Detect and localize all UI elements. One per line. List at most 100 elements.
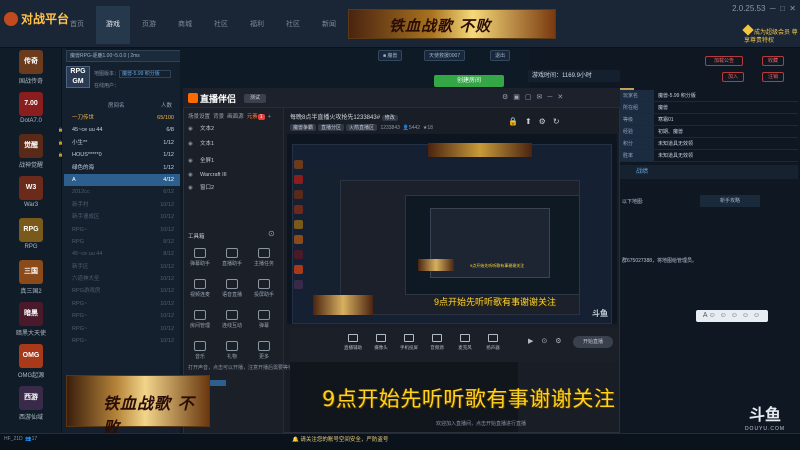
tool-button[interactable]: 连线互动 [218, 310, 246, 329]
tool-button[interactable]: 视频连麦 [186, 279, 214, 298]
room-row[interactable]: A 4/12 [64, 173, 180, 187]
control-button[interactable]: 摄像头 [368, 334, 394, 351]
room-row[interactable]: 新手区 10/12 [64, 261, 180, 273]
stream-meta: 魔兽争霸 直播分区 火箭直播区 1233843 👤5442 ★18 [290, 124, 490, 131]
game-item[interactable]: OMG OMG起源 [4, 344, 58, 379]
game-item[interactable]: 三国 真三国2 [4, 260, 58, 295]
toolbox-settings-icon[interactable]: ⊙ [268, 229, 275, 238]
streaming-window-controls[interactable]: ⚙▣▢✉─✕ [502, 93, 617, 101]
eye-icon[interactable]: ◉ [188, 170, 193, 181]
eye-icon[interactable]: ◉ [188, 124, 193, 135]
tool-button[interactable]: 弹幕助手 [186, 248, 214, 267]
eye-icon[interactable]: ◉ [188, 156, 193, 167]
tool-button[interactable]: 直播助手 [218, 248, 246, 267]
room-row[interactable]: RPG~ 10/12 [64, 323, 180, 335]
exit-button[interactable]: 退出 [490, 50, 511, 61]
room-row[interactable]: 🔒 45~ce uu 44 6/8 [58, 124, 180, 136]
stream-action-icons[interactable]: 🔒⬆⚙↻ [508, 117, 608, 126]
load-notice-button[interactable]: 加载公告 [705, 56, 743, 66]
eye-icon[interactable]: ◉ [188, 139, 193, 150]
tool-icon [258, 248, 270, 258]
nav-tab[interactable]: 社区 [204, 6, 238, 44]
control-button[interactable]: 直播辅助 [340, 334, 366, 351]
control-button[interactable]: 音频源 [424, 334, 450, 351]
go-live-button[interactable]: 开始直播 [573, 336, 613, 348]
tool-button[interactable]: 礼物 [218, 341, 246, 360]
tab-sources[interactable]: 画面源 [227, 114, 244, 120]
top-ad-banner[interactable]: 铁血战歌 不败 [348, 9, 556, 39]
room-row[interactable]: RPG~ 10/12 [64, 298, 180, 310]
control-button[interactable]: 手机投屏 [396, 334, 422, 351]
control-button[interactable]: 麦克风 [452, 334, 478, 351]
room-row[interactable]: 一刀传世 65/100 [64, 112, 180, 124]
room-row[interactable]: RPG~ 10/12 [64, 335, 180, 347]
host-window-controls[interactable]: 2.0.25.53 ─ □ ✕ [732, 4, 796, 13]
scene-item[interactable]: ◉ 文本2 [186, 124, 282, 135]
tool-button[interactable]: 更多 [250, 341, 278, 360]
room-row[interactable]: 2012cc 6/12 [64, 186, 180, 198]
record-icons[interactable]: ▶⊙⚙ [528, 337, 570, 345]
game-item[interactable]: W3 War3 [4, 176, 58, 208]
game-item[interactable]: 西游 西游仙域 [4, 386, 58, 421]
scene-item[interactable]: ◉ Warcraft III [186, 170, 282, 181]
control-icon [376, 334, 386, 342]
room-row[interactable]: 绿色的海 1/12 [64, 162, 180, 174]
game-icon: 三国 [19, 260, 43, 284]
vip-badge[interactable]: 成为超级会员 尊享尊贵特权 [742, 24, 800, 45]
tab-newbie-guide[interactable]: 新手攻略 [700, 195, 760, 207]
channel-pill[interactable]: ■ 魔兽 [378, 50, 403, 61]
room-row[interactable]: 🔒 HOUS*****0 1/12 [58, 149, 180, 161]
scene-item[interactable]: ◉ 窗口2 [186, 183, 282, 194]
room-row[interactable]: RPG游戏房 10/12 [64, 285, 180, 297]
edit-title-button[interactable]: 修改 [381, 115, 398, 121]
scene-item[interactable]: ◉ 文本1 [186, 139, 282, 150]
map-version-select[interactable]: 魔兽-5.99 积分版 [119, 70, 171, 78]
user-tray[interactable]: HF_21D 👥17 [4, 436, 37, 442]
tool-button[interactable]: 投屏助手 [250, 279, 278, 298]
rescue-button[interactable]: 天使救援0007 [424, 50, 466, 61]
emoji-toolbar[interactable]: A☺ ☺ ☺ ☺ ☺ [696, 310, 768, 322]
room-row[interactable]: 🔒 小生** 1/12 [58, 137, 180, 149]
tab-elements[interactable]: 元素 [247, 114, 258, 120]
game-item[interactable]: 暗黑 暗黑大天使 [4, 302, 58, 337]
room-row[interactable]: 45~ce uu 44 8/12 [64, 248, 180, 260]
logout-button[interactable]: 注销 [762, 72, 784, 82]
tool-button[interactable]: 音乐 [186, 341, 214, 360]
tool-button[interactable]: 主播任务 [250, 248, 278, 267]
scene-item[interactable]: ◉ 全屏1 [186, 156, 282, 167]
tab-background[interactable]: 背景 [213, 114, 224, 120]
scene-tabs[interactable]: 场景设置 背景 画面源 元素 1 + [188, 112, 271, 120]
tool-button[interactable]: 房间管理 [186, 310, 214, 329]
create-room-button[interactable]: 创建房间 [434, 75, 504, 87]
nav-tab[interactable]: 社区 [276, 6, 310, 44]
eye-icon[interactable]: ◉ [188, 183, 193, 194]
nav-tab[interactable]: 商城 [168, 6, 202, 44]
nav-tab[interactable]: 游戏 [96, 6, 130, 44]
room-row[interactable]: 新手村 10/12 [64, 199, 180, 211]
join-button[interactable]: 加入 [722, 72, 744, 82]
game-item[interactable]: 7.00 DotA7.0 [4, 92, 58, 124]
tab-record[interactable]: 战绩 [620, 165, 798, 179]
game-item[interactable]: 传奇 国战传奇 [4, 50, 58, 85]
room-row[interactable]: RPG~ 10/12 [64, 310, 180, 322]
room-selector[interactable]: 魔兽RPG-逐鹿1.00~5.0.0 | 2ms [66, 50, 196, 62]
tab-scene-settings[interactable]: 场景设置 [188, 114, 210, 120]
room-row[interactable]: 六道神大圣 10/12 [64, 273, 180, 285]
room-row[interactable]: RPG~ 10/12 [64, 224, 180, 236]
room-row[interactable]: 新手速成区 10/12 [64, 211, 180, 223]
game-item[interactable]: 觉醒 战神觉醒 [4, 134, 58, 169]
game-item[interactable]: RPG RPG [4, 218, 58, 250]
room-count: 10/12 [160, 300, 174, 307]
game-label: DotA7.0 [20, 118, 42, 124]
nav-tab[interactable]: 首页 [60, 6, 94, 44]
favorite-button[interactable]: 收藏 [762, 56, 784, 66]
game-timer: 游戏时间：1169.9小时 [528, 70, 620, 82]
control-button[interactable]: 扬声器 [480, 334, 506, 351]
nav-tab[interactable]: 页游 [132, 6, 166, 44]
room-row[interactable]: RPG 8/12 [64, 236, 180, 248]
tool-button[interactable]: 弹幕 [250, 310, 278, 329]
nav-tab[interactable]: 新闻 [312, 6, 346, 44]
tool-button[interactable]: 语音直播 [218, 279, 246, 298]
nav-tab[interactable]: 福利 [240, 6, 274, 44]
room-count: 4/12 [163, 176, 174, 183]
